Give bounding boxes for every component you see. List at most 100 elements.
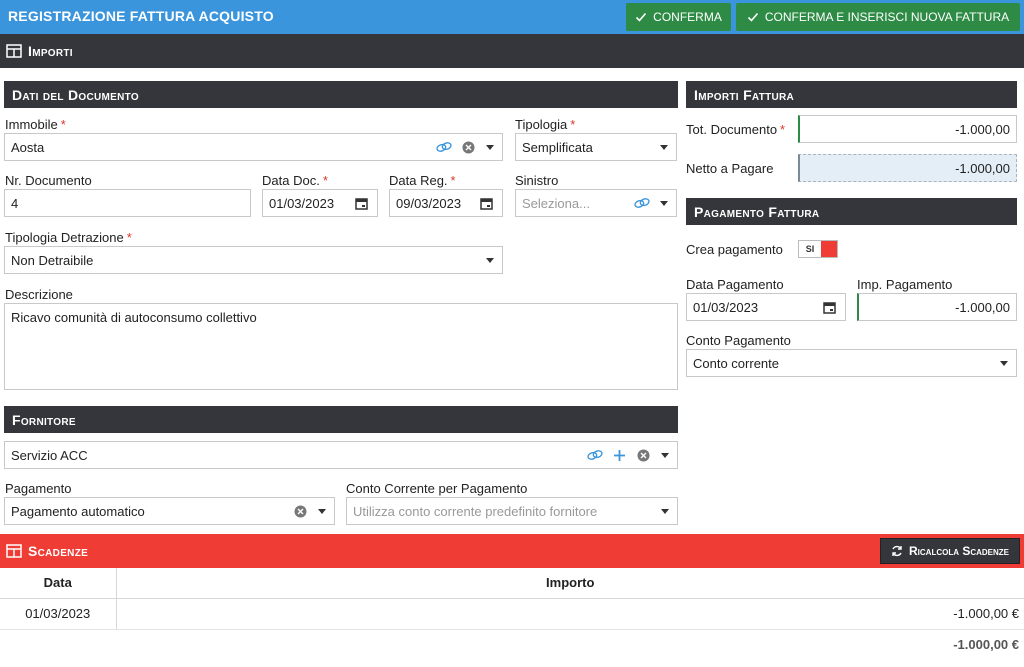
fornitore-value: Servizio ACC: [11, 447, 88, 463]
table-icon: [6, 544, 22, 558]
descrizione-textarea[interactable]: Ricavo comunità di autoconsumo collettiv…: [4, 303, 678, 390]
table-row[interactable]: 01/03/2023 -1.000,00 €: [0, 598, 1024, 630]
fornitore-select[interactable]: Servizio ACC: [4, 441, 678, 469]
netto-pagare-label: Netto a Pagare: [686, 161, 774, 176]
table-header-row: Data Importo: [0, 568, 1024, 599]
sinistro-placeholder: Seleziona...: [522, 195, 590, 211]
table-icon: [6, 44, 22, 58]
tot-documento-value: -1.000,00: [955, 121, 1010, 137]
top-bar: REGISTRAZIONE FATTURA ACQUISTO CONFERMA …: [0, 0, 1024, 34]
tot-documento-field[interactable]: -1.000,00: [798, 115, 1017, 143]
tipologia-label: Tipologia *: [515, 117, 576, 132]
importi-fattura-section-header: Importi Fattura: [686, 81, 1017, 108]
pagamento-value: Pagamento automatico: [11, 503, 145, 519]
calendar-icon[interactable]: [821, 299, 837, 315]
clear-icon[interactable]: [292, 503, 308, 519]
link-icon[interactable]: [634, 195, 650, 211]
tipologia-detrazione-select[interactable]: Non Detraibile: [4, 246, 503, 274]
imp-pagamento-label: Imp. Pagamento: [857, 277, 953, 292]
tot-documento-label: Tot. Documento *: [686, 122, 786, 137]
immobile-select[interactable]: Aosta: [4, 133, 503, 161]
toggle-knob: [821, 241, 837, 257]
row-data: 01/03/2023: [0, 598, 117, 630]
conto-corrente-placeholder: Utilizza conto corrente predefinito forn…: [353, 503, 598, 519]
scadenze-bar: Scadenze Ricalcola Scadenze: [0, 534, 1024, 568]
pagamento-label: Pagamento: [5, 481, 72, 496]
crea-pagamento-toggle[interactable]: SI: [798, 240, 838, 258]
clear-icon[interactable]: [635, 447, 651, 463]
data-pagamento-value: 01/03/2023: [693, 299, 759, 315]
refresh-icon: [892, 545, 902, 557]
documento-section-header: Dati del Documento: [4, 81, 678, 108]
chevron-down-icon[interactable]: [486, 144, 494, 150]
chevron-down-icon[interactable]: [661, 508, 669, 514]
tipologia-detrazione-label: Tipologia Detrazione *: [5, 230, 132, 245]
chevron-down-icon[interactable]: [1000, 360, 1008, 366]
chevron-down-icon[interactable]: [660, 144, 668, 150]
pagamento-fattura-section-header: Pagamento Fattura: [686, 198, 1017, 225]
link-icon[interactable]: [587, 447, 603, 463]
immobile-label: Immobile *: [5, 117, 66, 132]
pagamento-select[interactable]: Pagamento automatico: [4, 497, 335, 525]
crea-pagamento-label: Crea pagamento: [686, 242, 783, 257]
data-pagamento-field[interactable]: 01/03/2023: [686, 293, 846, 321]
data-reg-value: 09/03/2023: [396, 195, 462, 211]
sinistro-label: Sinistro: [515, 173, 559, 188]
tipologia-value: Semplificata: [522, 139, 593, 155]
conto-corrente-select[interactable]: Utilizza conto corrente predefinito forn…: [346, 497, 678, 525]
data-doc-field[interactable]: 01/03/2023: [262, 189, 378, 217]
check-icon: [747, 12, 758, 22]
confirm-and-new-label: CONFERMA E INSERISCI NUOVA FATTURA: [764, 10, 1010, 24]
nr-documento-field[interactable]: 4: [4, 189, 251, 217]
data-doc-value: 01/03/2023: [269, 195, 335, 211]
plus-icon[interactable]: [611, 447, 627, 463]
tipologia-select[interactable]: Semplificata: [515, 133, 677, 161]
importi-label: Importi: [28, 43, 73, 59]
conto-corrente-label: Conto Corrente per Pagamento: [346, 481, 528, 496]
imp-pagamento-field[interactable]: -1.000,00: [857, 293, 1017, 321]
conto-pagamento-value: Conto corrente: [693, 355, 779, 371]
chevron-down-icon[interactable]: [486, 257, 494, 263]
ricalcola-scadenze-label: Ricalcola Scadenze: [909, 544, 1009, 558]
importi-fattura-section-title: Importi Fattura: [694, 86, 795, 103]
sinistro-select[interactable]: Seleziona...: [515, 189, 677, 217]
descrizione-label: Descrizione: [5, 287, 73, 302]
chevron-down-icon[interactable]: [661, 452, 669, 458]
importi-bar[interactable]: Importi: [0, 34, 1024, 68]
netto-pagare-value: -1.000,00: [955, 160, 1010, 176]
data-pagamento-label: Data Pagamento: [686, 277, 784, 292]
immobile-value: Aosta: [11, 139, 45, 155]
data-doc-label: Data Doc. *: [262, 173, 328, 188]
scadenze-table: Data Importo 01/03/2023 -1.000,00 € -1.0…: [0, 568, 1024, 660]
confirm-button[interactable]: CONFERMA: [626, 3, 731, 31]
tipologia-detrazione-value: Non Detraibile: [11, 252, 94, 268]
data-reg-label: Data Reg. *: [389, 173, 456, 188]
nr-documento-value: 4: [11, 195, 19, 211]
calendar-icon[interactable]: [478, 195, 494, 211]
nr-documento-label: Nr. Documento: [5, 173, 92, 188]
page-title: REGISTRAZIONE FATTURA ACQUISTO: [8, 8, 274, 24]
row-importo: -1.000,00 €: [116, 598, 1024, 630]
chevron-down-icon[interactable]: [318, 508, 326, 514]
confirm-button-label: CONFERMA: [653, 10, 722, 24]
chevron-down-icon[interactable]: [660, 200, 668, 206]
pagamento-fattura-section-title: Pagamento Fattura: [694, 203, 820, 220]
data-reg-field[interactable]: 09/03/2023: [389, 189, 503, 217]
clear-icon[interactable]: [460, 139, 476, 155]
ricalcola-scadenze-button[interactable]: Ricalcola Scadenze: [880, 538, 1020, 564]
netto-pagare-field: -1.000,00: [798, 154, 1017, 182]
calendar-icon[interactable]: [353, 195, 369, 211]
check-icon: [636, 12, 647, 22]
confirm-and-new-button[interactable]: CONFERMA E INSERISCI NUOVA FATTURA: [736, 3, 1020, 31]
toggle-text: SI: [799, 241, 821, 257]
conto-pagamento-select[interactable]: Conto corrente: [686, 349, 1017, 377]
table-total-row: -1.000,00 €: [0, 629, 1024, 660]
total-importo: -1.000,00 €: [953, 637, 1019, 653]
fornitore-section-title: Fornitore: [12, 411, 76, 428]
fornitore-section-header: Fornitore: [4, 406, 678, 433]
conto-pagamento-label: Conto Pagamento: [686, 333, 791, 348]
column-header-data: Data: [0, 568, 117, 599]
scadenze-label: Scadenze: [28, 543, 89, 559]
link-icon[interactable]: [436, 139, 452, 155]
descrizione-value: Ricavo comunità di autoconsumo collettiv…: [11, 310, 257, 325]
